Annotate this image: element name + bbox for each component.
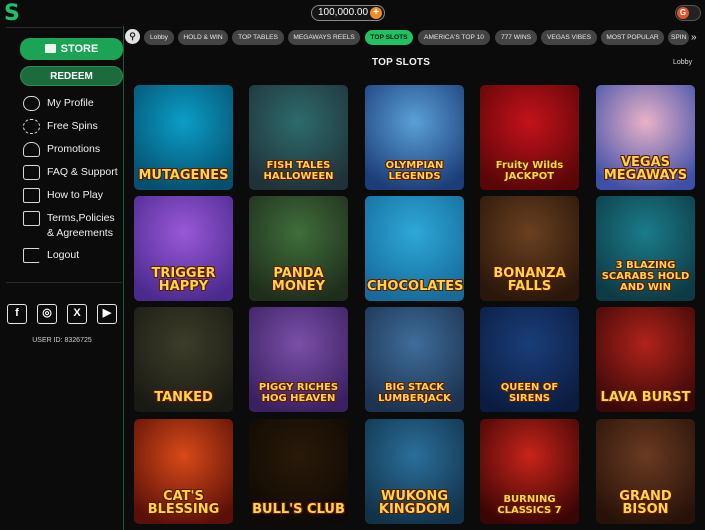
- game-tile[interactable]: Fruity Wilds JACKPOT: [480, 85, 579, 190]
- chevron-right-icon[interactable]: »: [691, 30, 703, 45]
- redeem-button[interactable]: REDEEM: [20, 66, 123, 86]
- game-title: 3 BLAZING SCARABS HOLD AND WIN: [601, 260, 690, 293]
- balance-amount: 100,000.00: [318, 7, 369, 18]
- currency-toggle-knob: G: [677, 7, 689, 19]
- game-title: MUTAGENES: [138, 168, 229, 183]
- game-tile[interactable]: CHOCOLATES: [365, 196, 464, 301]
- game-tile[interactable]: BIG STACK LUMBERJACK: [365, 307, 464, 412]
- sidebar-item-label: Logout: [47, 249, 80, 261]
- logout-icon: [23, 248, 40, 263]
- game-tile[interactable]: 3 BLAZING SCARABS HOLD AND WIN: [596, 196, 695, 301]
- sidebar-item-logout[interactable]: Logout: [23, 248, 123, 271]
- megaphone-icon: [23, 142, 40, 157]
- sidebar-item-label: Free Spins: [47, 120, 98, 132]
- game-title: FISH TALES HALLOWEEN: [263, 160, 334, 182]
- sidebar-item-my-profile[interactable]: My Profile: [23, 96, 123, 119]
- tab-spin[interactable]: SPIN: [668, 30, 689, 45]
- add-coins-button[interactable]: +: [370, 7, 382, 19]
- tab-most-popular[interactable]: MOST POPULAR: [601, 30, 664, 45]
- game-title: TRIGGER HAPPY: [151, 266, 216, 294]
- sidebar: STORE REDEEM My Profile Free Spins Promo…: [0, 26, 124, 530]
- sidebar-item-promotions[interactable]: Promotions: [23, 142, 123, 165]
- tab-vegas-vibes[interactable]: VEGAS VIBES: [541, 30, 597, 45]
- tab-top-slots[interactable]: TOP SLOTS: [365, 30, 413, 45]
- game-tile[interactable]: BONANZA FALLS: [480, 196, 579, 301]
- tab-777-wins[interactable]: 777 WINS: [495, 30, 537, 45]
- game-tile[interactable]: PIGGY RICHES HOG HEAVEN: [249, 307, 348, 412]
- user-id: USER ID: 8326725: [32, 337, 92, 344]
- currency-toggle[interactable]: G: [675, 5, 701, 21]
- game-title: PIGGY RICHES HOG HEAVEN: [258, 382, 339, 404]
- game-tile[interactable]: BURNING CLASSICS 7: [480, 419, 579, 524]
- sidebar-menu: My Profile Free Spins Promotions FAQ & S…: [23, 96, 123, 271]
- refresh-icon: [23, 119, 40, 134]
- game-title: CHOCOLATES: [367, 279, 464, 294]
- game-tile[interactable]: OLYMPIAN LEGENDS: [365, 85, 464, 190]
- game-title: QUEEN OF SIRENS: [500, 382, 559, 404]
- social-links: f ◎ X ▶: [7, 304, 119, 324]
- game-tile[interactable]: CAT'S BLESSING: [134, 419, 233, 524]
- game-title: BURNING CLASSICS 7: [497, 494, 562, 516]
- brand-logo[interactable]: S: [4, 3, 20, 25]
- game-tile[interactable]: VEGAS MEGAWAYS: [596, 85, 695, 190]
- store-button[interactable]: STORE: [20, 38, 123, 60]
- game-title: TANKED: [154, 390, 213, 405]
- game-title: VEGAS MEGAWAYS: [603, 155, 688, 183]
- game-tile[interactable]: TRIGGER HAPPY: [134, 196, 233, 301]
- game-title: WUKONG KINGDOM: [378, 489, 451, 517]
- game-title: PANDA MONEY: [271, 266, 326, 294]
- game-title: OLYMPIAN LEGENDS: [385, 160, 444, 182]
- sidebar-item-terms[interactable]: Terms,Policies & Agreements: [23, 211, 123, 248]
- instagram-icon[interactable]: ◎: [37, 304, 57, 324]
- game-tile[interactable]: BULL'S CLUB: [249, 419, 348, 524]
- page-title: TOP SLOTS: [372, 57, 431, 68]
- search-icon[interactable]: ⚲: [125, 29, 140, 44]
- tab-lobby[interactable]: Lobby: [144, 30, 174, 45]
- game-tile[interactable]: WUKONG KINGDOM: [365, 419, 464, 524]
- sidebar-item-free-spins[interactable]: Free Spins: [23, 119, 123, 142]
- sidebar-item-faq-support[interactable]: FAQ & Support: [23, 165, 123, 188]
- game-tile[interactable]: QUEEN OF SIRENS: [480, 307, 579, 412]
- game-tile[interactable]: FISH TALES HALLOWEEN: [249, 85, 348, 190]
- sidebar-item-label: FAQ & Support: [47, 166, 118, 178]
- game-title: LAVA BURST: [600, 390, 691, 405]
- game-tile[interactable]: GRAND BISON: [596, 419, 695, 524]
- sidebar-divider: [6, 27, 122, 28]
- youtube-icon[interactable]: ▶: [97, 304, 117, 324]
- game-title: GRAND BISON: [619, 489, 672, 517]
- sidebar-divider: [6, 282, 122, 283]
- tab-americas-top-10[interactable]: AMERICA'S TOP 10: [418, 30, 490, 45]
- sidebar-item-label: Terms,Policies & Agreements: [47, 212, 115, 239]
- x-icon[interactable]: X: [67, 304, 87, 324]
- chat-icon: [23, 165, 40, 180]
- profile-icon: [23, 96, 40, 111]
- game-title: BONANZA FALLS: [493, 266, 566, 294]
- coin-balance[interactable]: 100,000.00 +: [311, 5, 385, 21]
- game-title: BULL'S CLUB: [252, 502, 345, 517]
- game-tile[interactable]: PANDA MONEY: [249, 196, 348, 301]
- tab-hold-win[interactable]: HOLD & WIN: [178, 30, 228, 45]
- game-title: CAT'S BLESSING: [147, 489, 220, 517]
- lobby-link[interactable]: Lobby: [673, 59, 692, 66]
- sidebar-item-label: How to Play: [47, 189, 104, 201]
- top-bar: S 100,000.00 + G: [0, 0, 705, 26]
- category-tabs: ⚲ Lobby HOLD & WIN TOP TABLES MEGAWAYS R…: [124, 27, 705, 47]
- sidebar-item-how-to-play[interactable]: How to Play: [23, 188, 123, 211]
- game-tile[interactable]: MUTAGENES: [134, 85, 233, 190]
- play-icon: [23, 188, 40, 203]
- shopping-bag-icon: [44, 44, 56, 53]
- sidebar-item-label: My Profile: [47, 97, 94, 109]
- tab-megaways-reels[interactable]: MEGAWAYS REELS: [288, 30, 360, 45]
- game-tile[interactable]: TANKED: [134, 307, 233, 412]
- game-grid: MUTAGENES FISH TALES HALLOWEEN OLYMPIAN LE…: [134, 85, 696, 530]
- game-title: Fruity Wilds JACKPOT: [495, 160, 564, 182]
- store-button-label: STORE: [60, 43, 99, 55]
- facebook-icon[interactable]: f: [7, 304, 27, 324]
- game-tile[interactable]: LAVA BURST: [596, 307, 695, 412]
- sidebar-item-label: Promotions: [47, 143, 101, 155]
- tab-top-tables[interactable]: TOP TABLES: [232, 30, 284, 45]
- game-title: BIG STACK LUMBERJACK: [378, 382, 451, 404]
- document-icon: [23, 211, 40, 226]
